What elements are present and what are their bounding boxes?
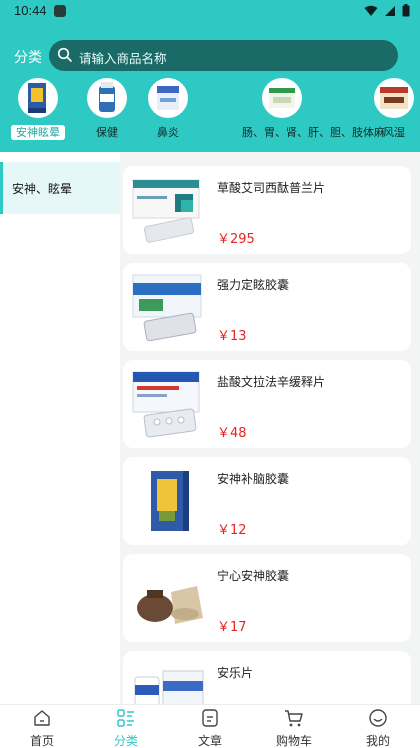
search-row: 分类 请输入商品名称	[0, 40, 420, 72]
product-price: ￥48	[217, 426, 247, 441]
search-placeholder: 请输入商品名称	[79, 51, 167, 66]
nav-tab-label: 分类	[113, 734, 138, 748]
product-price: ￥17	[217, 620, 247, 635]
notification-icon	[54, 5, 66, 17]
status-time: 10:44	[14, 3, 47, 18]
category-icon	[117, 709, 134, 727]
sidebar: 安神、眩晕	[0, 152, 120, 704]
product-price: ￥295	[217, 232, 255, 247]
content-area: 安神、眩晕 草酸艾司西酞普兰片 ￥295 强力定眩胶囊 ￥13 盐酸文拉法辛缓释…	[0, 152, 420, 704]
nav-tab-label: 我的	[365, 734, 390, 748]
category-thumb	[148, 78, 188, 118]
category-label: 肠、胃、肾、肝、胆、肢体麻	[242, 126, 385, 139]
product-name: 宁心安神胶囊	[217, 569, 290, 583]
category-item-changwei[interactable]: 肠、胃、肾、肝、胆、肢体麻	[242, 78, 385, 144]
product-name: 安神补脑胶囊	[217, 472, 290, 486]
product-name: 草酸艾司西酞普兰片	[217, 181, 326, 195]
home-icon	[34, 710, 50, 726]
page-title: 分类	[14, 50, 42, 66]
status-bar: 10:44	[0, 0, 420, 24]
product-card[interactable]: 安乐片	[123, 651, 411, 704]
product-price: ￥13	[217, 329, 247, 344]
battery-icon	[402, 4, 410, 17]
product-image	[132, 179, 200, 243]
nav-tab-home[interactable]: 首页	[0, 705, 84, 748]
category-thumb	[18, 78, 58, 118]
nav-tab-article[interactable]: 文章	[168, 705, 252, 748]
nav-tab-category[interactable]: 分类	[84, 705, 168, 748]
category-item-biyan[interactable]: 鼻炎	[138, 78, 198, 144]
category-item-fengshi[interactable]: 风湿	[364, 78, 420, 144]
category-thumb	[374, 78, 414, 118]
cart-icon	[285, 710, 303, 727]
category-label: 鼻炎	[157, 126, 179, 139]
category-thumb	[87, 78, 127, 118]
nav-tab-cart[interactable]: 购物车	[252, 705, 336, 748]
product-list[interactable]: 草酸艾司西酞普兰片 ￥295 强力定眩胶囊 ￥13 盐酸文拉法辛缓释片 ￥48 …	[123, 152, 415, 704]
nav-tab-label: 文章	[197, 734, 222, 748]
product-image	[137, 586, 203, 624]
article-icon	[202, 709, 218, 727]
product-card[interactable]: 宁心安神胶囊 ￥17	[123, 554, 411, 642]
product-image	[132, 274, 202, 342]
category-label: 风湿	[383, 126, 405, 139]
product-card[interactable]: 安神补脑胶囊 ￥12	[123, 457, 411, 545]
product-image	[134, 670, 204, 704]
status-icons	[364, 4, 410, 17]
sidebar-item-anshen[interactable]: 安神、眩晕	[0, 162, 120, 214]
category-strip[interactable]: 安神眩晕 保健 鼻炎 肠、胃、肾、肝、胆、肢体麻 风湿	[0, 78, 420, 144]
sidebar-active-indicator	[0, 162, 3, 214]
nav-tab-label: 购物车	[275, 734, 312, 748]
product-image	[132, 371, 200, 438]
product-card[interactable]: 强力定眩胶囊 ￥13	[123, 263, 411, 351]
product-name: 盐酸文拉法辛缓释片	[217, 375, 326, 389]
product-card[interactable]: 草酸艾司西酞普兰片 ￥295	[123, 166, 411, 254]
signal-icon	[385, 5, 395, 16]
header-area: 10:44 分类 请输入商品名称 安神眩晕 保健 鼻炎 肠、胃、肾、肝、胆、肢体…	[0, 0, 420, 152]
category-item-anshen[interactable]: 安神眩晕	[8, 78, 68, 144]
profile-icon	[369, 709, 387, 727]
search-input[interactable]: 请输入商品名称	[49, 40, 398, 71]
category-label: 安神眩晕	[11, 125, 65, 140]
product-name: 强力定眩胶囊	[217, 278, 290, 292]
sidebar-item-label: 安神、眩晕	[12, 182, 73, 196]
nav-tab-profile[interactable]: 我的	[336, 705, 420, 748]
search-icon	[57, 47, 72, 62]
product-name: 安乐片	[217, 666, 254, 680]
wifi-icon	[364, 5, 378, 16]
nav-tab-label: 首页	[29, 734, 54, 748]
category-thumb	[262, 78, 302, 118]
product-image	[151, 471, 189, 531]
product-card[interactable]: 盐酸文拉法辛缓释片 ￥48	[123, 360, 411, 448]
product-price: ￥12	[217, 523, 247, 538]
bottom-nav: 首页 分类 文章 购物车 我的	[0, 704, 420, 748]
